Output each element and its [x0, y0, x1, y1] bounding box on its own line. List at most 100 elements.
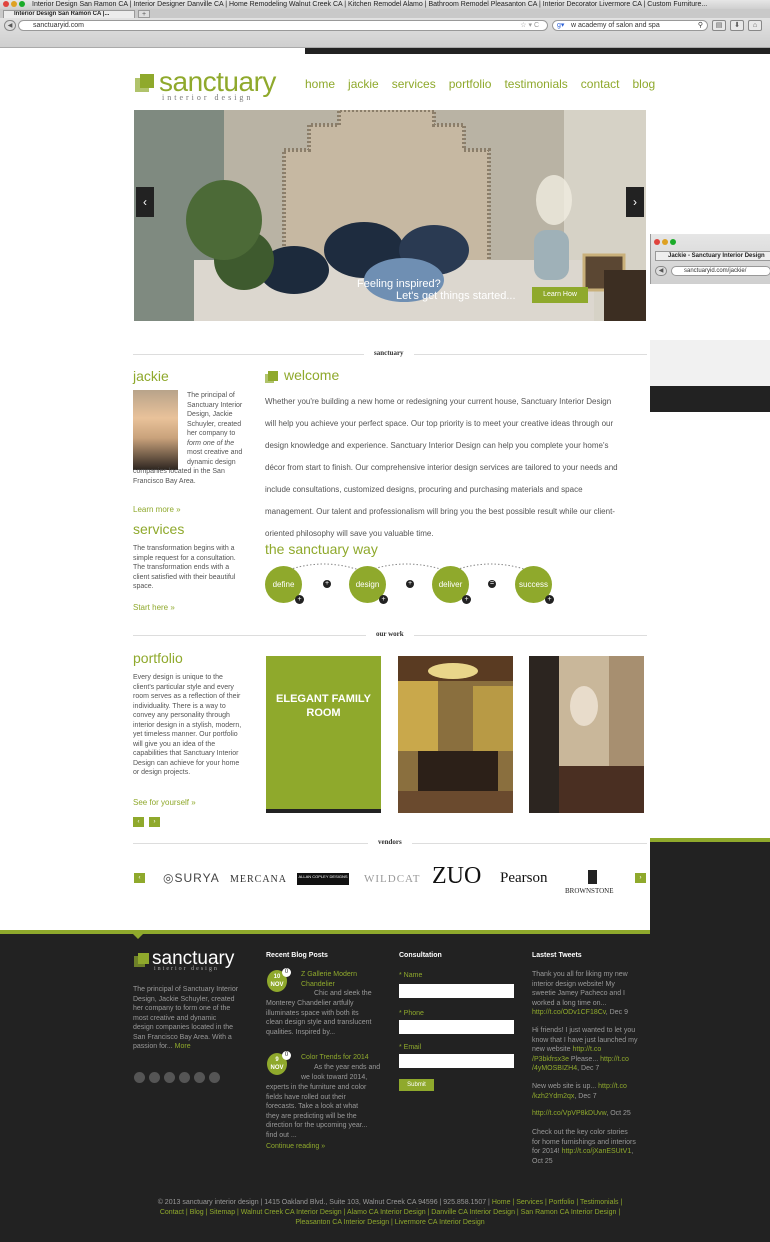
second-window-back-icon[interactable]: ◀ [655, 266, 667, 276]
nav-jackie[interactable]: jackie [348, 77, 379, 91]
search-engine-icon[interactable]: g▾ [557, 21, 564, 30]
tweet-link[interactable]: /P3bkfrsx3e [532, 1056, 569, 1063]
footer-links[interactable]: Pleasanton CA Interior Design | Livermor… [133, 1218, 647, 1228]
tweet-link[interactable]: /kzh2Ydm2qx [532, 1093, 574, 1100]
plus-icon[interactable]: + [379, 595, 388, 604]
second-window-url[interactable]: sanctuaryid.com/jackie/ [671, 266, 770, 276]
nav-testimonials[interactable]: testimonials [504, 77, 567, 91]
home-button[interactable]: ⌂ [748, 20, 762, 31]
second-window-tab[interactable]: Jackie - Sanctuary Interior Design [655, 251, 770, 261]
nav-blog[interactable]: blog [633, 77, 656, 91]
portfolio-feature-card[interactable]: ELEGANT FAMILY ROOM [266, 656, 381, 813]
name-field[interactable] [399, 984, 514, 998]
submit-button[interactable]: Submit [399, 1079, 434, 1091]
portfolio-line: room serves as a reflection of their [133, 693, 241, 700]
search-icon[interactable]: ⚲ [698, 21, 703, 30]
nav-contact[interactable]: contact [581, 77, 620, 91]
vendor-wildcat[interactable]: WILDCAT [364, 873, 421, 885]
vendor-name: SURYA [174, 871, 220, 885]
welcome-line: Whether you're building a new home or re… [265, 397, 612, 406]
tweet-link[interactable]: http://t.co [572, 1046, 601, 1053]
hero-next-button[interactable]: › [626, 187, 644, 217]
houzz-icon[interactable] [194, 1072, 205, 1083]
welcome-line: will help you achieve your perfect space… [265, 419, 614, 428]
portfolio-see-link[interactable]: See for yourself » [133, 798, 196, 807]
back-button[interactable]: ◀ [4, 20, 16, 31]
email-field[interactable] [399, 1054, 514, 1068]
tweet-link[interactable]: http://t.co/VpVP8kDUvw [532, 1110, 606, 1117]
services-heading[interactable]: services [133, 521, 184, 537]
rss-icon[interactable] [209, 1072, 220, 1083]
logo-icon[interactable] [135, 74, 155, 94]
tweet-link[interactable]: http://t.co/jXanESUtV1 [562, 1148, 632, 1155]
linkedin-icon[interactable] [164, 1072, 175, 1083]
vendor-zuo[interactable]: ZUO [432, 863, 481, 890]
vendor-pearson[interactable]: Pearson [500, 870, 548, 887]
search-bar[interactable]: g▾ w academy of salon and spa ⚲ [552, 20, 708, 31]
vendor-surya[interactable]: ◎SURYA [163, 871, 220, 885]
welcome-body: Whether you're building a new home or re… [265, 391, 645, 545]
plus-icon[interactable]: + [462, 595, 471, 604]
post-excerpt-line: illuminates space with both its [266, 1009, 359, 1017]
footer-logo-icon[interactable] [134, 953, 150, 969]
portfolio-image-family-room[interactable] [398, 656, 513, 813]
minimize-window-icon[interactable] [11, 1, 17, 7]
vendor-mercana[interactable]: MERCANA [230, 874, 287, 885]
download-button[interactable]: ⬇ [730, 20, 744, 31]
nav-home[interactable]: home [305, 77, 335, 91]
post-title-link[interactable]: Z Gallerie Modern Chandelier [301, 970, 357, 989]
vendors-prev-button[interactable]: ‹ [134, 873, 145, 883]
plus-icon[interactable]: + [545, 595, 554, 604]
services-start-link[interactable]: Start here » [133, 603, 175, 612]
phone-field[interactable] [399, 1020, 514, 1034]
url-bar[interactable]: sanctuaryid.com ☆ ▾ C [18, 20, 548, 31]
tweet-link[interactable]: http://t.co/ODv1CF18Cv [532, 1009, 606, 1016]
facebook-icon[interactable] [134, 1072, 145, 1083]
tweet-link[interactable]: http://t.co [598, 1083, 627, 1090]
twitter-icon[interactable] [149, 1072, 160, 1083]
step-design[interactable]: design + [349, 566, 388, 604]
plus-icon[interactable]: + [295, 595, 304, 604]
zoom-window-icon[interactable] [19, 1, 25, 7]
vendors-next-button[interactable]: › [635, 873, 646, 883]
post-excerpt-line: direction for the upcoming year... [266, 1122, 368, 1129]
vendor-allan-copley[interactable]: ALLAN COPLEY DESIGNS [297, 873, 349, 885]
tweet-date: , Oct 25 [606, 1110, 631, 1117]
step-define[interactable]: define + [265, 566, 304, 604]
jackie-bio-tail: companies located in the San Francisco B… [133, 467, 273, 486]
portfolio-heading[interactable]: portfolio [133, 650, 183, 666]
tab-title: Interior Design San Ramon CA |... [14, 11, 110, 17]
jackie-learn-more-link[interactable]: Learn more » [133, 505, 181, 514]
portfolio-prev-button[interactable]: ‹ [133, 817, 144, 827]
learn-how-button[interactable]: Learn How [532, 287, 588, 303]
browser-tab[interactable]: Interior Design San Ramon CA |... [3, 10, 135, 18]
welcome-heading: welcome [284, 367, 340, 383]
bookmark-menu-button[interactable]: ▤ [712, 20, 726, 31]
vendor-brownstone[interactable]: BROWNSTONE [565, 887, 613, 895]
tweet-link[interactable]: /4yMOSBIZH4 [532, 1065, 577, 1072]
nav-services[interactable]: services [392, 77, 436, 91]
post-title-link[interactable]: Color Trends for 2014 [301, 1053, 369, 1063]
hero-prev-button[interactable]: ‹ [136, 187, 154, 217]
nav-portfolio[interactable]: portfolio [449, 77, 492, 91]
step-success[interactable]: success + [515, 566, 554, 604]
footer-about-more-link[interactable]: More [175, 1043, 191, 1050]
star-icon[interactable]: ☆ ▾ C [520, 21, 539, 31]
jackie-heading[interactable]: jackie [133, 368, 169, 384]
footer-links[interactable]: Home | Services | Portfolio | Testimonia… [492, 1199, 622, 1206]
portfolio-line: or design projects. [133, 769, 191, 776]
portfolio-next-button[interactable]: › [149, 817, 160, 827]
continue-reading-link[interactable]: Continue reading » [266, 1142, 325, 1152]
feature-title-line: ELEGANT FAMILY [276, 693, 371, 705]
tweet-link[interactable]: http://t.co [600, 1056, 629, 1063]
close-window-icon[interactable] [3, 1, 9, 7]
portfolio-line: Every design is unique to the [133, 674, 223, 681]
portfolio-line: individuality. There is a way to [133, 702, 226, 710]
step-deliver[interactable]: deliver + [432, 566, 471, 604]
portfolio-image-bathroom[interactable] [529, 656, 644, 813]
pinterest-icon[interactable] [179, 1072, 190, 1083]
new-tab-button[interactable]: + [138, 10, 150, 18]
footer-links[interactable]: Contact | Blog | Sitemap | Walnut Creek … [133, 1208, 647, 1218]
brownstone-logo-icon [588, 870, 597, 884]
window-controls[interactable] [654, 238, 678, 247]
